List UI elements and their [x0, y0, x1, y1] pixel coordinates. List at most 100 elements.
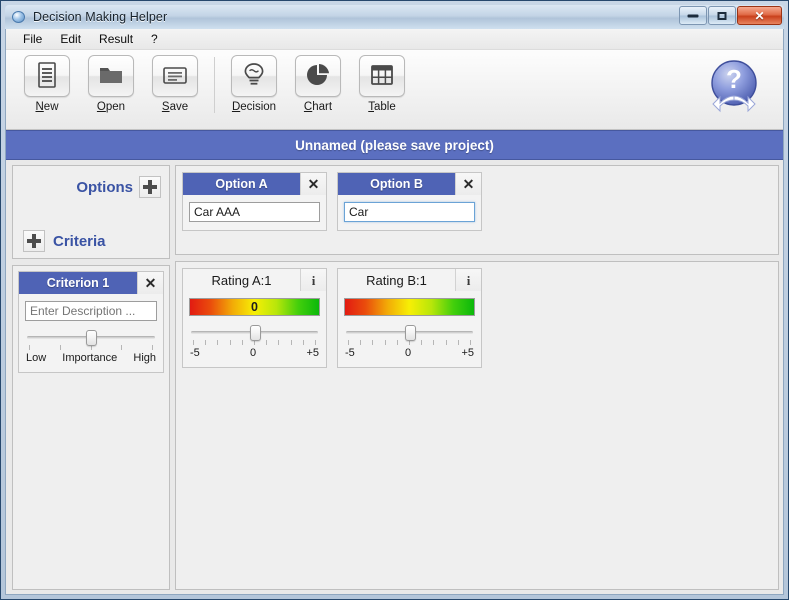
option-close-button[interactable]: ✕ — [455, 173, 481, 195]
close-button[interactable]: ✕ — [737, 6, 782, 25]
option-card: Option B ✕ — [337, 172, 482, 231]
minimize-button[interactable] — [679, 6, 707, 25]
rating-info-button[interactable]: i — [455, 269, 481, 291]
table-grid-icon — [369, 63, 395, 90]
menu-bar: File Edit Result ? — [6, 29, 783, 50]
toolbar-button-open[interactable]: Open — [82, 55, 140, 113]
document-icon — [36, 61, 58, 91]
info-icon: i — [466, 272, 471, 288]
slider-thumb[interactable] — [86, 330, 97, 346]
options-header-row: Options — [21, 176, 161, 198]
criterion-scale-labels: Low Importance High — [25, 352, 157, 364]
left-column: Options Criteria Criterion 1 ✕ Enter Des… — [12, 165, 170, 590]
project-banner: Unnamed (please save project) — [6, 130, 783, 160]
pie-chart-icon — [305, 62, 331, 91]
window-title: Decision Making Helper — [33, 10, 168, 24]
scale-label-mid: 0 — [250, 347, 257, 359]
option-name-input[interactable] — [344, 202, 475, 222]
criterion-card-body: Low Importance High — [19, 294, 163, 372]
toolbar-separator — [214, 57, 215, 113]
toolbar-label-table: Table — [368, 101, 396, 113]
client-area: File Edit Result ? New Open Save Decisio… — [5, 29, 784, 595]
options-header-label: Options — [76, 178, 133, 196]
toolbar-button-decision[interactable]: Decision — [225, 55, 283, 113]
criteria-header-label: Criteria — [53, 232, 106, 250]
rating-card-body: 0 -5 0 +5 — [183, 291, 326, 367]
rating-info-button[interactable]: i — [300, 269, 326, 291]
folder-save-icon — [162, 64, 188, 89]
rating-card: Rating A:1 i 0 -5 0 +5 — [182, 268, 327, 368]
option-card-body — [338, 195, 481, 230]
slider-thumb[interactable] — [404, 325, 416, 341]
scale-label-min: -5 — [345, 347, 355, 359]
right-column: Option A ✕ Option B — [175, 165, 779, 590]
criterion-card: Criterion 1 ✕ Enter Description ... Low … — [18, 271, 164, 373]
lightbulb-icon — [242, 62, 266, 91]
add-criterion-button[interactable] — [23, 230, 45, 252]
rating-title: Rating A:1 — [211, 272, 272, 288]
toolbar-button-save[interactable]: Save — [146, 55, 204, 113]
options-criteria-header-pane: Options Criteria — [12, 165, 170, 259]
close-x-icon: ✕ — [754, 8, 765, 23]
folder-open-icon — [98, 64, 124, 89]
toolbar-button-chart[interactable]: Chart — [289, 55, 347, 113]
options-pane: Option A ✕ Option B — [175, 165, 779, 255]
option-title: Option B — [338, 173, 455, 195]
app-globe-icon — [11, 9, 27, 25]
slider-track[interactable] — [25, 330, 157, 346]
toolbar-label-chart: Chart — [303, 101, 333, 113]
option-card-header: Option B ✕ — [338, 173, 481, 195]
add-option-button[interactable] — [139, 176, 161, 198]
slider-track[interactable] — [189, 325, 320, 341]
option-close-button[interactable]: ✕ — [300, 173, 326, 195]
scale-label-mid: 0 — [405, 347, 412, 359]
ratings-pane: Rating A:1 i 0 -5 0 +5 Rating B:1 i -5 0… — [175, 261, 779, 590]
option-card-header: Option A ✕ — [183, 173, 326, 195]
window-controls: ✕ — [678, 6, 782, 26]
scale-label-high: High — [133, 352, 156, 364]
maximize-button[interactable] — [708, 6, 736, 25]
rating-card-body: -5 0 +5 — [338, 291, 481, 367]
toolbar: New Open Save Decision Chart Table ? — [6, 50, 783, 130]
rating-gradient-bar: 0 — [189, 298, 320, 316]
toolbar-label-open: Open — [96, 101, 126, 113]
criterion-importance-slider[interactable]: Low Importance High — [25, 330, 157, 364]
toolbar-button-new[interactable]: New — [18, 55, 76, 113]
scale-label-max: +5 — [461, 347, 474, 359]
rating-slider[interactable]: -5 0 +5 — [189, 325, 320, 359]
rating-card-header: Rating B:1 i — [338, 269, 481, 291]
rating-scale-labels: -5 0 +5 — [189, 347, 320, 359]
criterion-card-header: Criterion 1 ✕ — [19, 272, 163, 294]
scale-label-low: Low — [26, 352, 47, 364]
info-icon: i — [311, 272, 316, 288]
criterion-description-input[interactable] — [25, 301, 157, 321]
toolbar-button-table[interactable]: Table — [353, 55, 411, 113]
plus-icon — [27, 234, 41, 248]
help-question-icon: ? — [705, 60, 763, 117]
rating-value-label: 0 — [251, 299, 258, 314]
rating-slider[interactable]: -5 0 +5 — [344, 325, 475, 359]
option-title: Option A — [183, 173, 300, 195]
close-x-icon: ✕ — [462, 176, 475, 192]
option-card: Option A ✕ — [182, 172, 327, 231]
criteria-header-row: Criteria — [21, 230, 161, 252]
help-button[interactable]: ? — [705, 56, 763, 114]
toolbar-label-decision: Decision — [231, 101, 277, 113]
title-bar: Decision Making Helper ✕ — [5, 5, 784, 29]
workspace: Options Criteria Criterion 1 ✕ Enter Des… — [6, 160, 783, 594]
menu-item-file[interactable]: File — [14, 30, 51, 48]
menu-item-help[interactable]: ? — [142, 30, 167, 48]
plus-icon — [143, 180, 157, 194]
rating-gradient-bar — [344, 298, 475, 316]
menu-item-result[interactable]: Result — [90, 30, 142, 48]
option-name-input[interactable] — [189, 202, 320, 222]
rating-title: Rating B:1 — [366, 272, 427, 288]
scale-label-max: +5 — [306, 347, 319, 359]
slider-thumb[interactable] — [249, 325, 261, 341]
criterion-close-button[interactable]: ✕ — [137, 272, 163, 294]
toolbar-label-new: New — [35, 101, 59, 113]
criterion-title: Criterion 1 — [19, 272, 137, 294]
slider-track[interactable] — [344, 325, 475, 341]
rating-card-header: Rating A:1 i — [183, 269, 326, 291]
menu-item-edit[interactable]: Edit — [51, 30, 90, 48]
